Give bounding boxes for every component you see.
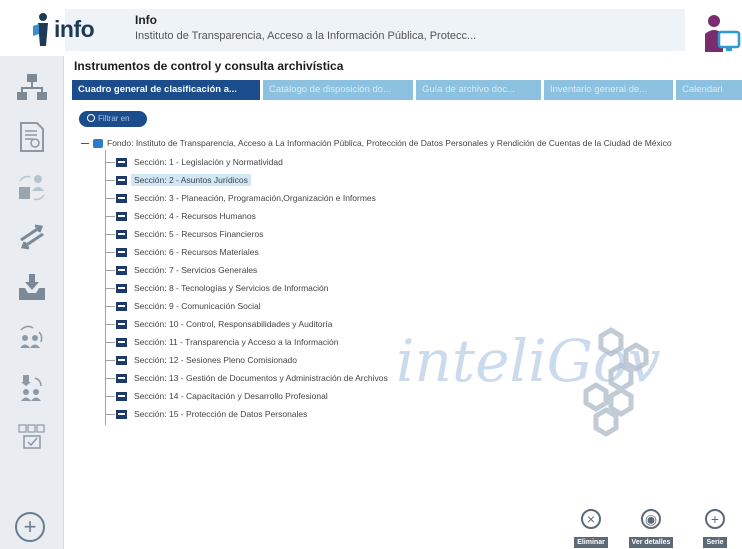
- tree-node-label: Sección: 10 - Control, Responsabilidades…: [134, 319, 333, 329]
- folder-icon: [116, 176, 127, 186]
- tab-bar: Cuadro general de clasificación a... Catá…: [72, 80, 742, 100]
- tree-node-label: Sección: 6 - Recursos Materiales: [134, 247, 259, 257]
- tree-node-label: Sección: 13 - Gestión de Documentos y Ad…: [134, 373, 388, 383]
- tree-node-seccion-9[interactable]: Sección: 9 - Comunicación Social: [105, 299, 264, 313]
- folder-icon: [116, 158, 127, 168]
- tree-node-label: Sección: 4 - Recursos Humanos: [134, 211, 256, 221]
- tree-node-label: Sección: 5 - Recursos Financieros: [134, 229, 264, 239]
- tree-root-node[interactable]: Fondo: Instituto de Transparencia, Acces…: [81, 136, 672, 150]
- checklist-grid-icon[interactable]: [14, 420, 50, 454]
- tab-catalogo-disposicion[interactable]: Catálogo de disposición do...: [263, 80, 413, 100]
- tree-node-label: Sección: 12 - Sesiones Pleno Comisionado: [134, 355, 298, 365]
- exchange-arrows-icon[interactable]: [14, 220, 50, 254]
- tree-node-seccion-4[interactable]: Sección: 4 - Recursos Humanos: [105, 209, 259, 223]
- folder-icon: [116, 410, 127, 420]
- org-chart-icon[interactable]: [14, 70, 50, 104]
- filter-label: Filtrar en: [98, 114, 130, 123]
- ver-detalles-label: Ver detalles: [628, 537, 674, 548]
- tab-guia-archivo[interactable]: Guía de archivo doc...: [416, 80, 541, 100]
- eliminar-label: Eliminar: [574, 537, 608, 548]
- tree-node-seccion-15[interactable]: Sección: 15 - Protección de Datos Person…: [105, 407, 310, 421]
- tree-node-label: Sección: 7 - Servicios Generales: [134, 265, 258, 275]
- folder-icon: [116, 392, 127, 402]
- folder-icon: [116, 212, 127, 222]
- tree-node-label: Sección: 1 - Legislación y Normatividad: [134, 157, 283, 167]
- tree-node-seccion-2[interactable]: Sección: 2 - Asuntos Jurídicos: [105, 173, 251, 187]
- user-monitor-icon: [705, 15, 741, 52]
- tab-inventario-general[interactable]: Inventario general de...: [544, 80, 673, 100]
- folder-icon: [116, 338, 127, 348]
- filter-button[interactable]: Filtrar en: [79, 111, 147, 127]
- main-panel: Instrumentos de control y consulta archi…: [66, 56, 742, 549]
- tree-node-label: Sección: 8 - Tecnologías y Servicios de …: [134, 283, 329, 293]
- add-icon[interactable]: +: [15, 512, 45, 542]
- logo-text: info: [54, 16, 95, 42]
- folder-icon: [116, 302, 127, 312]
- user-avatar[interactable]: [700, 12, 742, 52]
- search-icon: [87, 114, 95, 122]
- transfer-document-icon[interactable]: [14, 170, 50, 204]
- hexagon-cluster-icon: [583, 327, 649, 437]
- folder-icon: [116, 266, 127, 276]
- folder-icon: [116, 248, 127, 258]
- sidebar: +: [0, 56, 64, 549]
- folder-icon: [116, 284, 127, 294]
- tab-cuadro-general[interactable]: Cuadro general de clasificación a...: [72, 80, 260, 100]
- tree-node-seccion-7[interactable]: Sección: 7 - Servicios Generales: [105, 263, 260, 277]
- logo-figure-icon: [33, 13, 48, 46]
- tree-node-seccion-3[interactable]: Sección: 3 - Planeación, Programación,Or…: [105, 191, 379, 205]
- tree-node-seccion-12[interactable]: Sección: 12 - Sesiones Pleno Comisionado: [105, 353, 300, 367]
- tree-node-label: Sección: 15 - Protección de Datos Person…: [134, 409, 308, 419]
- tree-node-label: Sección: 2 - Asuntos Jurídicos: [131, 174, 251, 186]
- tree-node-label: Sección: 14 - Capacitación y Desarrollo …: [134, 391, 328, 401]
- tree-node-label: Sección: 11 - Transparencia y Acceso a l…: [134, 337, 339, 347]
- inteligov-watermark: inteliGov: [396, 327, 661, 437]
- ver-detalles-button[interactable]: ◉ Ver detalles: [626, 509, 676, 549]
- app-header: info Info Instituto de Transparencia, Ac…: [0, 0, 742, 56]
- download-inbox-icon[interactable]: [14, 270, 50, 304]
- tree-root-label: Fondo: Instituto de Transparencia, Acces…: [107, 138, 672, 148]
- add-circle-icon: +: [705, 509, 725, 529]
- users-sync-icon[interactable]: [14, 320, 50, 354]
- page-subtitle: Instituto de Transparencia, Acceso a la …: [135, 30, 477, 42]
- eliminar-button[interactable]: × Eliminar: [566, 509, 616, 549]
- tree-node-label: Sección: 3 - Planeación, Programación,Or…: [134, 193, 376, 203]
- close-circle-icon: ×: [581, 509, 601, 529]
- folder-icon: [116, 194, 127, 204]
- tree-node-seccion-11[interactable]: Sección: 11 - Transparencia y Acceso a l…: [105, 335, 341, 349]
- panel-title: Instrumentos de control y consulta archi…: [74, 59, 344, 73]
- folder-icon: [116, 374, 127, 384]
- tree-node-seccion-14[interactable]: Sección: 14 - Capacitación y Desarrollo …: [105, 389, 331, 403]
- folder-icon: [116, 356, 127, 366]
- tree-node-seccion-6[interactable]: Sección: 6 - Recursos Materiales: [105, 245, 262, 259]
- tab-calendario[interactable]: Calendari: [676, 80, 742, 100]
- eye-icon: ◉: [641, 509, 661, 529]
- serie-label: Serie: [703, 537, 727, 548]
- tree-node-seccion-13[interactable]: Sección: 13 - Gestión de Documentos y Ad…: [105, 371, 391, 385]
- folder-icon: [116, 320, 127, 330]
- serie-button[interactable]: + Serie: [690, 509, 740, 549]
- page-title: Info: [135, 13, 157, 27]
- watermark-text: inteliGov: [396, 327, 661, 395]
- document-search-icon[interactable]: [14, 120, 50, 154]
- tree-node-seccion-1[interactable]: Sección: 1 - Legislación y Normatividad: [105, 155, 286, 169]
- action-bar: × Eliminar ◉ Ver detalles + Serie: [66, 505, 742, 549]
- folder-icon: [116, 230, 127, 240]
- tree-node-seccion-8[interactable]: Sección: 8 - Tecnologías y Servicios de …: [105, 281, 332, 295]
- tree-node-seccion-5[interactable]: Sección: 5 - Recursos Financieros: [105, 227, 266, 241]
- app-logo[interactable]: info: [30, 10, 110, 50]
- users-download-icon[interactable]: [14, 370, 50, 404]
- fondo-icon: [93, 139, 103, 149]
- tree-node-seccion-10[interactable]: Sección: 10 - Control, Responsabilidades…: [105, 317, 335, 331]
- tree-node-label: Sección: 9 - Comunicación Social: [134, 301, 261, 311]
